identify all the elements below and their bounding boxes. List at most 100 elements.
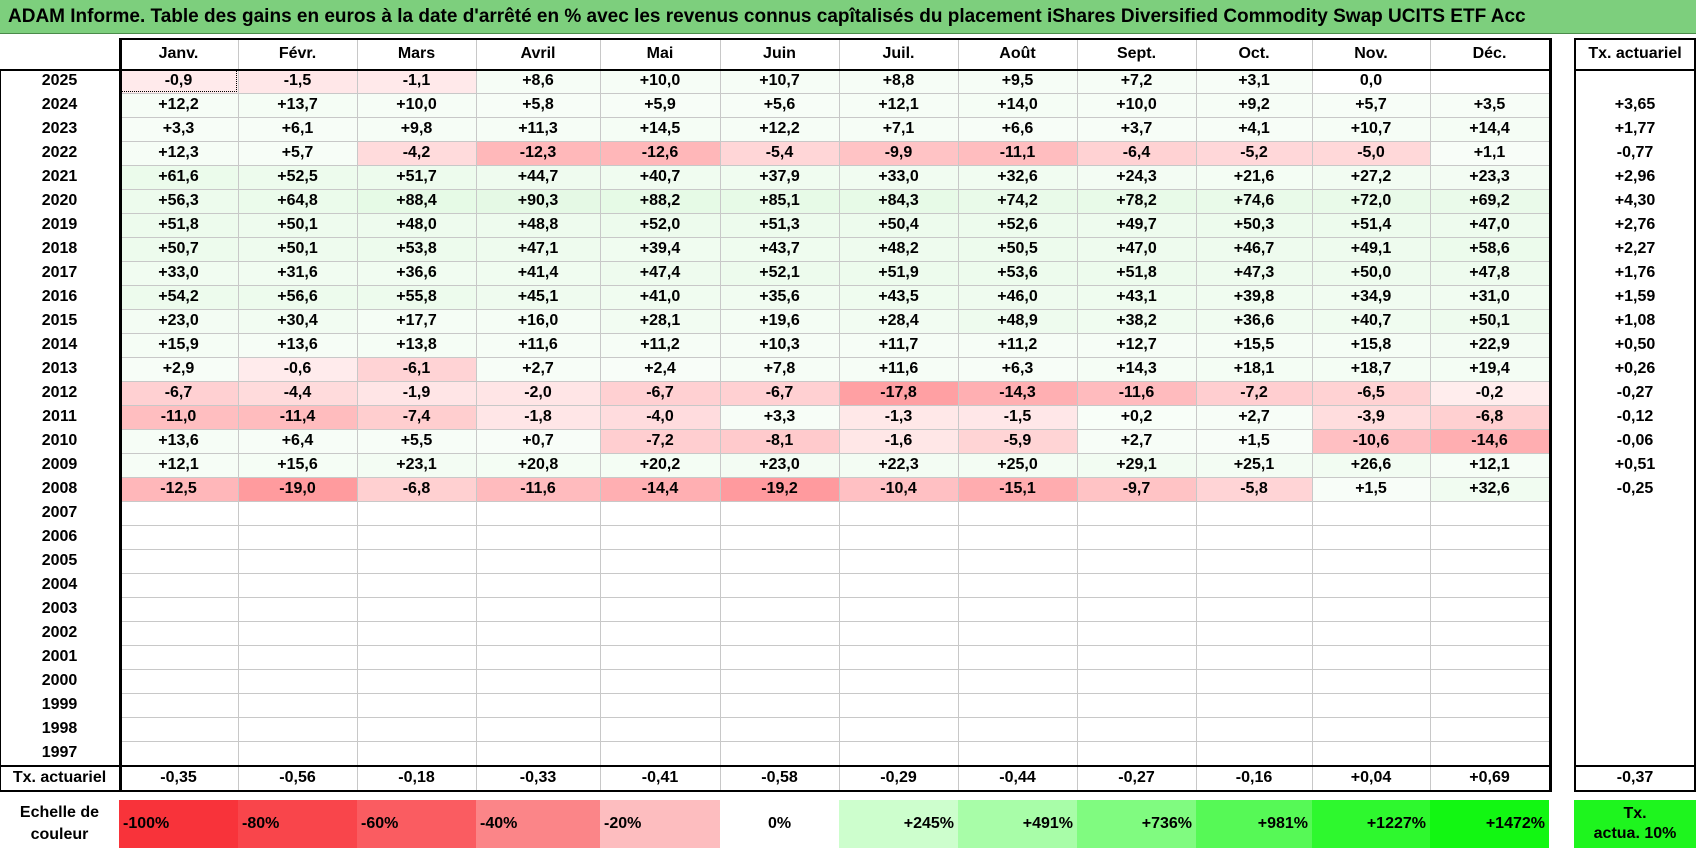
color-scale-step: +1227% <box>1312 800 1430 848</box>
border-line <box>1574 69 1696 71</box>
row-gridline <box>119 573 1549 574</box>
value-cell: +11,2 <box>600 333 720 357</box>
value-cell <box>238 549 357 573</box>
value-cell: +50,1 <box>1430 309 1549 333</box>
color-scale-step: +245% <box>839 800 958 848</box>
col-gridline <box>1312 38 1313 790</box>
month-header-2: Févr. <box>278 44 317 62</box>
value-cell <box>1077 741 1196 765</box>
value-cell <box>1312 525 1430 549</box>
year-label: 2002 <box>41 624 78 641</box>
value-cell: -14,4 <box>600 477 720 501</box>
value-cell <box>1077 573 1196 597</box>
value-cell: -7,4 <box>357 405 476 429</box>
color-scale-step: -20% <box>600 800 720 848</box>
value-cell <box>958 549 1077 573</box>
value-cell <box>720 501 839 525</box>
border-line <box>1549 38 1552 792</box>
row-gridline <box>119 645 1549 646</box>
year-label: 2011 <box>42 408 77 425</box>
value-cell: -9,7 <box>1077 477 1196 501</box>
value-cell: +46,0 <box>958 285 1077 309</box>
row-gridline <box>119 477 1549 478</box>
year-label: 2025 <box>41 72 78 89</box>
annual-rate-cell <box>1574 669 1696 693</box>
row-gridline <box>119 165 1549 166</box>
value-cell: +20,2 <box>600 453 720 477</box>
value-cell: -14,6 <box>1430 429 1549 453</box>
value-cell: +10,7 <box>720 69 839 93</box>
value-cell: +15,5 <box>1196 333 1312 357</box>
value-cell: +3,3 <box>720 405 839 429</box>
tx10-line2: actua. 10% <box>1593 825 1677 842</box>
value-cell: +19,4 <box>1430 357 1549 381</box>
value-cell: +61,6 <box>119 165 238 189</box>
value-cell: -19,0 <box>238 477 357 501</box>
value-cell: +6,6 <box>958 117 1077 141</box>
value-cell: +36,6 <box>1196 309 1312 333</box>
annual-rate-cell <box>1574 69 1696 93</box>
value-cell: +50,4 <box>839 213 958 237</box>
value-cell <box>958 621 1077 645</box>
value-cell: +88,4 <box>357 189 476 213</box>
value-cell <box>357 573 476 597</box>
col-gridline <box>839 38 840 790</box>
value-cell <box>476 717 600 741</box>
value-cell: -6,8 <box>357 477 476 501</box>
value-cell: +10,0 <box>357 93 476 117</box>
col-gridline <box>357 38 358 790</box>
annual-rate-cell: +1,08 <box>1614 312 1656 329</box>
value-cell <box>958 669 1077 693</box>
border-line <box>0 69 1549 71</box>
value-cell <box>1077 669 1196 693</box>
value-cell <box>720 549 839 573</box>
year-label: 2016 <box>41 288 78 305</box>
value-cell: +56,3 <box>119 189 238 213</box>
row-gridline <box>119 93 1549 94</box>
value-cell: +31,6 <box>238 261 357 285</box>
value-cell <box>238 501 357 525</box>
value-cell <box>1430 501 1549 525</box>
value-cell: +51,8 <box>119 213 238 237</box>
value-cell: +85,1 <box>720 189 839 213</box>
footer-rate-cell: -0,56 <box>279 768 316 786</box>
value-cell: -19,2 <box>720 477 839 501</box>
annual-rate-cell: +2,76 <box>1614 216 1656 233</box>
annual-rate-cell <box>1574 525 1696 549</box>
value-cell: +27,2 <box>1312 165 1430 189</box>
value-cell <box>1312 669 1430 693</box>
value-cell <box>1196 549 1312 573</box>
value-cell: -14,3 <box>958 381 1077 405</box>
value-cell: -6,7 <box>720 381 839 405</box>
value-cell: +12,3 <box>119 141 238 165</box>
annual-rate-cell: -0,27 <box>1616 384 1654 401</box>
value-cell: +2,4 <box>600 357 720 381</box>
value-cell: +6,1 <box>238 117 357 141</box>
row-gridline <box>119 621 1549 622</box>
value-cell: +5,9 <box>600 93 720 117</box>
value-cell: +9,5 <box>958 69 1077 93</box>
value-cell <box>600 693 720 717</box>
footer-rate-cell: -0,41 <box>641 768 679 786</box>
value-cell: -1,1 <box>357 69 476 93</box>
value-cell: +48,2 <box>839 237 958 261</box>
year-label: 2003 <box>41 600 78 617</box>
col-gridline <box>476 38 477 790</box>
value-cell: +13,6 <box>119 429 238 453</box>
value-cell: +7,2 <box>1077 69 1196 93</box>
value-cell <box>839 717 958 741</box>
value-cell: -5,4 <box>720 141 839 165</box>
value-cell <box>119 501 238 525</box>
month-header-5: Mai <box>646 44 674 62</box>
value-cell <box>720 573 839 597</box>
value-cell <box>1312 549 1430 573</box>
year-label: 2004 <box>41 576 78 593</box>
col-gridline <box>600 38 601 790</box>
annual-rate-cell: +1,59 <box>1614 288 1656 305</box>
col-gridline <box>1430 38 1431 790</box>
value-cell: +56,6 <box>238 285 357 309</box>
value-cell: +28,4 <box>839 309 958 333</box>
value-cell: +52,1 <box>720 261 839 285</box>
value-cell: +53,6 <box>958 261 1077 285</box>
value-cell <box>1430 573 1549 597</box>
